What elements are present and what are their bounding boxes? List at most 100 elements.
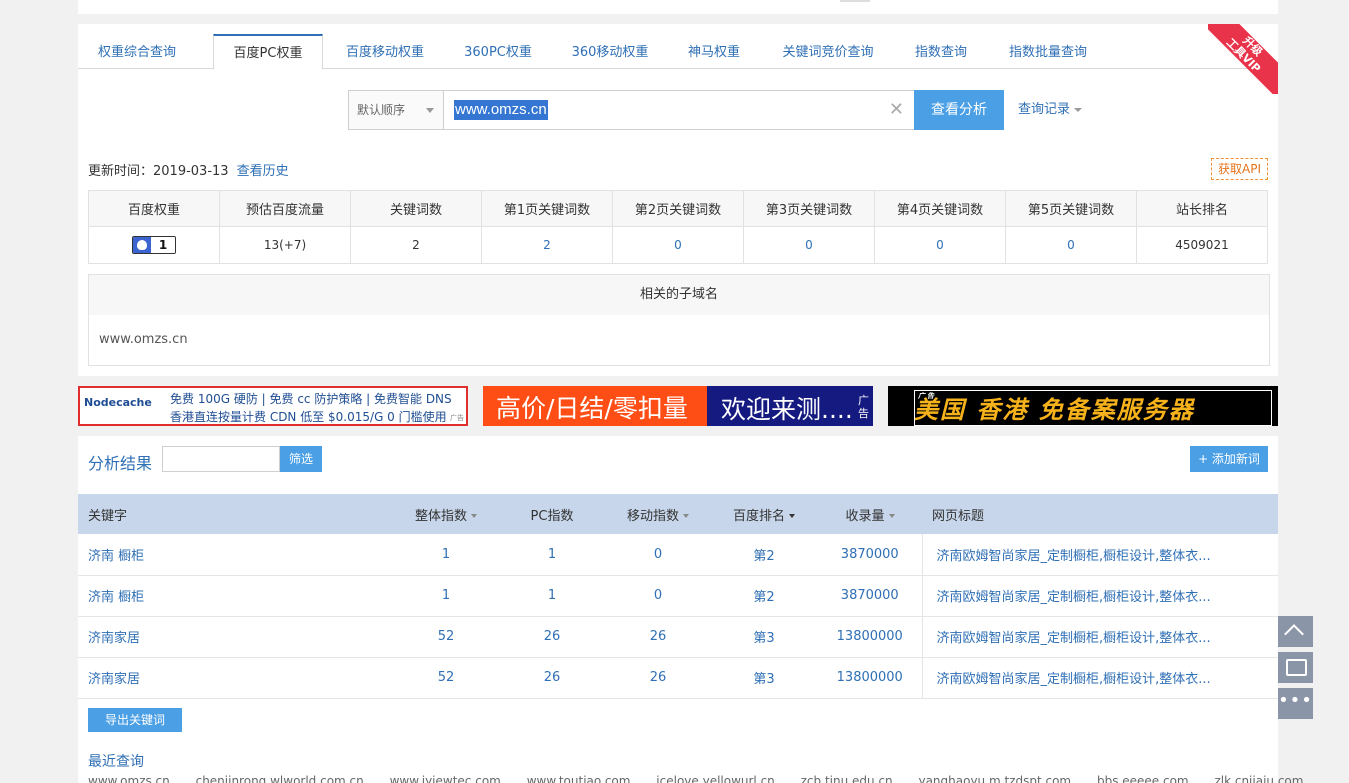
keyword-link[interactable]: 济南 橱柜	[78, 534, 394, 576]
col-keyword-label: 关键字	[88, 508, 128, 524]
page2-keywords-link[interactable]: 0	[612, 226, 744, 264]
site-rank-cell: 4509021	[1136, 226, 1268, 264]
page-title-link[interactable]: 济南欧姆智尚家居_定制橱柜,橱柜设计,整体衣...	[921, 657, 1278, 699]
col-mobile-index[interactable]: 移动指数	[606, 494, 710, 534]
indexed-link[interactable]: 13800000	[818, 616, 922, 658]
page-title-link[interactable]: 济南欧姆智尚家居_定制橱柜,橱柜设计,整体衣...	[921, 616, 1278, 658]
tab-index-batch[interactable]: 指数批量查询	[1000, 34, 1096, 69]
filter-button[interactable]: 筛选	[280, 446, 322, 472]
recent-query-link[interactable]: yanghaoyu.m.tzdspt.com	[918, 774, 1071, 783]
view-history-link[interactable]: 查看历史	[237, 164, 289, 179]
ad-banner-nodecache[interactable]: Nodecache 免费 100G 硬防 | 免费 cc 防护策略 | 免费智能…	[78, 386, 468, 426]
stats-header: 第1页关键词数	[481, 190, 613, 227]
table-row: 济南家居 52 26 26 第3 13800000 济南欧姆智尚家居_定制橱柜,…	[78, 616, 1278, 658]
mobile-index-link[interactable]: 0	[606, 534, 710, 576]
ad-tag: 广告	[450, 414, 464, 422]
pc-index-link[interactable]: 1	[498, 575, 606, 617]
recent-query-link[interactable]: bbs.eeeee.com	[1097, 774, 1189, 783]
subdomain-item: www.omzs.cn	[99, 332, 188, 347]
ad-banner-server[interactable]: 美国 香港 免备案服务器 广告	[888, 386, 1278, 426]
overall-index-link[interactable]: 52	[394, 616, 498, 658]
recent-query-link[interactable]: www.omzs.cn	[88, 774, 170, 783]
clear-icon[interactable]: ✕	[889, 100, 904, 120]
update-info: 更新时间：2019-03-13 查看历史	[88, 160, 289, 179]
ad-text-right: 欢迎来测....	[721, 395, 853, 424]
table-row: 济南 橱柜 1 1 0 第2 3870000 济南欧姆智尚家居_定制橱柜,橱柜设…	[78, 575, 1278, 617]
col-overall-index-label: 整体指数	[414, 508, 467, 524]
results-title: 分析结果	[88, 454, 153, 473]
add-keyword-button[interactable]: + 添加新词	[1190, 446, 1268, 472]
recent-query-link[interactable]: www.toutiao.com	[527, 774, 631, 783]
col-indexed[interactable]: 收录量	[818, 494, 922, 534]
feedback-button[interactable]	[1278, 652, 1313, 683]
page-title-link[interactable]: 济南欧姆智尚家居_定制橱柜,橱柜设计,整体衣...	[921, 575, 1278, 617]
mobile-index-link[interactable]: 26	[606, 657, 710, 699]
back-to-top-button[interactable]	[1278, 616, 1313, 647]
indexed-link[interactable]: 3870000	[818, 534, 922, 576]
pc-index-link[interactable]: 26	[498, 616, 606, 658]
traffic-cell: 13(+7)	[219, 226, 351, 264]
vip-upgrade-ribbon[interactable]: 升级 工具VIP	[1208, 24, 1278, 94]
tab-baidu-mobile[interactable]: 百度移动权重	[335, 34, 435, 69]
page5-keywords-link[interactable]: 0	[1005, 226, 1137, 264]
mobile-index-link[interactable]: 26	[606, 616, 710, 658]
recent-query-link[interactable]: zlk.cnjiaju.com	[1214, 774, 1303, 783]
tab-weight-overview[interactable]: 权重综合查询	[78, 34, 196, 69]
recent-queries-title: 最近查询	[88, 754, 144, 770]
tab-keyword-bidding[interactable]: 关键词竞价查询	[772, 34, 884, 69]
export-keywords-button[interactable]: 导出关键词	[88, 708, 182, 732]
recent-query-link[interactable]: zcb.tinu.edu.cn	[801, 774, 893, 783]
recent-query-link[interactable]: chenjinrong.wlworld.com.cn	[196, 774, 364, 783]
baidu-rank-link[interactable]: 第3	[710, 616, 818, 658]
keyword-count-cell: 2	[350, 226, 482, 264]
stats-header-row: 百度权重 预估百度流量 关键词数 第1页关键词数 第2页关键词数 第3页关键词数…	[88, 190, 1268, 227]
indexed-link[interactable]: 13800000	[818, 657, 922, 699]
pc-index-link[interactable]: 1	[498, 534, 606, 576]
keyword-link[interactable]: 济南家居	[78, 657, 394, 699]
page3-keywords-link[interactable]: 0	[743, 226, 875, 264]
baidu-rank-link[interactable]: 第2	[710, 575, 818, 617]
col-page-title-label: 网页标题	[932, 508, 985, 524]
stats-header: 第3页关键词数	[743, 190, 875, 227]
keyword-link[interactable]: 济南家居	[78, 616, 394, 658]
ad-text-line1: 免费 100G 硬防 | 免费 cc 防护策略 | 免费智能 DNS	[170, 392, 452, 406]
page-title-link[interactable]: 济南欧姆智尚家居_定制橱柜,橱柜设计,整体衣...	[921, 534, 1278, 576]
query-history-dropdown[interactable]: 查询记录	[1018, 90, 1083, 130]
tab-index-query[interactable]: 指数查询	[904, 34, 978, 69]
tab-360-pc[interactable]: 360PC权重	[453, 34, 543, 69]
overall-index-link[interactable]: 1	[394, 575, 498, 617]
pc-index-link[interactable]: 26	[498, 657, 606, 699]
more-button[interactable]: •••	[1278, 688, 1313, 719]
recent-queries-list: www.omzs.cn chenjinrong.wlworld.com.cn w…	[88, 774, 1303, 783]
col-overall-index[interactable]: 整体指数	[394, 494, 498, 534]
order-select[interactable]: 默认顺序	[348, 90, 444, 130]
col-pc-index-label: PC指数	[530, 508, 574, 524]
analyze-button[interactable]: 查看分析	[914, 90, 1004, 130]
floating-toolbar: •••	[1278, 616, 1313, 724]
get-api-button[interactable]: 获取API	[1211, 158, 1268, 180]
table-row: 济南 橱柜 1 1 0 第2 3870000 济南欧姆智尚家居_定制橱柜,橱柜设…	[78, 534, 1278, 576]
overall-index-link[interactable]: 52	[394, 657, 498, 699]
ad-banner-traffic[interactable]: 高价/日结/零扣量 欢迎来测.... 广告	[483, 386, 873, 426]
recent-query-link[interactable]: www.jyjewtec.com	[390, 774, 501, 783]
table-row: 济南家居 52 26 26 第3 13800000 济南欧姆智尚家居_定制橱柜,…	[78, 657, 1278, 699]
tab-shenma[interactable]: 神马权重	[678, 34, 750, 69]
keyword-link[interactable]: 济南 橱柜	[78, 575, 394, 617]
filter-input[interactable]	[162, 446, 280, 472]
domain-input-value: www.omzs.cn	[454, 100, 548, 120]
stats-header: 百度权重	[88, 190, 220, 227]
col-baidu-rank[interactable]: 百度排名	[710, 494, 818, 534]
order-select-label: 默认顺序	[357, 103, 406, 117]
recent-query-link[interactable]: icelove.yellowurl.cn	[656, 774, 775, 783]
tab-360-mobile[interactable]: 360移动权重	[558, 34, 662, 69]
tab-baidu-pc[interactable]: 百度PC权重	[213, 34, 323, 70]
overall-index-link[interactable]: 1	[394, 534, 498, 576]
baidu-weight-badge[interactable]: 1	[132, 236, 176, 254]
baidu-rank-link[interactable]: 第3	[710, 657, 818, 699]
mobile-index-link[interactable]: 0	[606, 575, 710, 617]
page1-keywords-link[interactable]: 2	[481, 226, 613, 264]
domain-input[interactable]: www.omzs.cn ✕	[443, 90, 915, 130]
indexed-link[interactable]: 3870000	[818, 575, 922, 617]
baidu-rank-link[interactable]: 第2	[710, 534, 818, 576]
page4-keywords-link[interactable]: 0	[874, 226, 1006, 264]
